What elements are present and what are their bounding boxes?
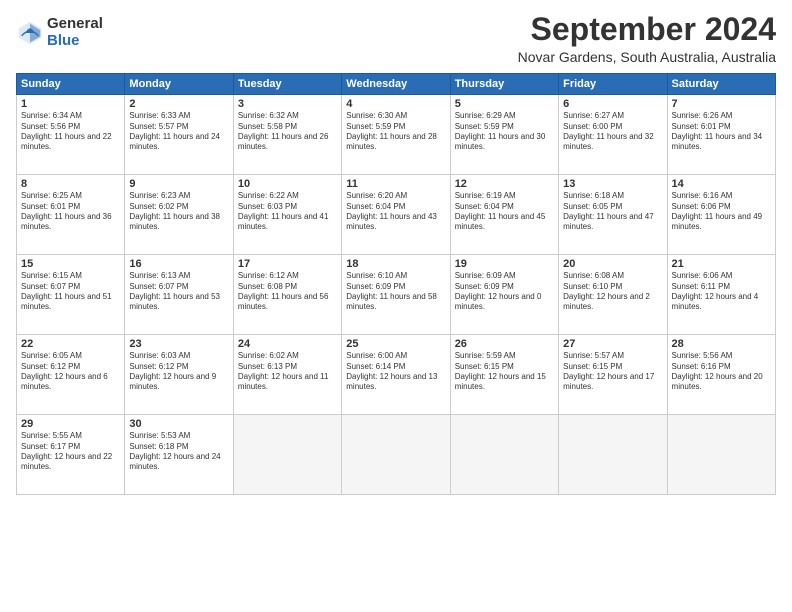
- empty-cell-2: [342, 415, 450, 495]
- day-16: 16 Sunrise: 6:13 AM Sunset: 6:07 PM Dayl…: [125, 255, 233, 335]
- week-row-1: 1 Sunrise: 6:34 AM Sunset: 5:56 PM Dayli…: [17, 95, 776, 175]
- logo-blue-text: Blue: [47, 33, 103, 50]
- day-info-7: Sunrise: 6:26 AM Sunset: 6:01 PM Dayligh…: [672, 111, 771, 153]
- day-7: 7 Sunrise: 6:26 AM Sunset: 6:01 PM Dayli…: [667, 95, 775, 175]
- header-thursday: Thursday: [450, 74, 558, 95]
- day-number-3: 3: [238, 98, 337, 110]
- day-number-4: 4: [346, 98, 445, 110]
- day-8: 8 Sunrise: 6:25 AM Sunset: 6:01 PM Dayli…: [17, 175, 125, 255]
- day-number-5: 5: [455, 98, 554, 110]
- daylight-7: Daylight: 11 hours and 34 minutes.: [672, 132, 763, 151]
- sunset-4: Sunset: 5:59 PM: [346, 122, 405, 131]
- day-21: 21 Sunrise: 6:06 AM Sunset: 6:11 PM Dayl…: [667, 255, 775, 335]
- day-number-8: 8: [21, 178, 120, 190]
- sunrise-4: Sunrise: 6:30 AM: [346, 111, 407, 120]
- sunset-1: Sunset: 5:56 PM: [21, 122, 80, 131]
- calendar-table: Sunday Monday Tuesday Wednesday Thursday…: [16, 73, 776, 495]
- daylight-6: Daylight: 11 hours and 32 minutes.: [563, 132, 654, 151]
- day-17: 17 Sunrise: 6:12 AM Sunset: 6:08 PM Dayl…: [233, 255, 341, 335]
- header-monday: Monday: [125, 74, 233, 95]
- day-24: 24 Sunrise: 6:02 AM Sunset: 6:13 PM Dayl…: [233, 335, 341, 415]
- calendar-page: General Blue September 2024 Novar Garden…: [0, 0, 792, 612]
- day-number-2: 2: [129, 98, 228, 110]
- day-3: 3 Sunrise: 6:32 AM Sunset: 5:58 PM Dayli…: [233, 95, 341, 175]
- day-18: 18 Sunrise: 6:10 AM Sunset: 6:09 PM Dayl…: [342, 255, 450, 335]
- day-info-5: Sunrise: 6:29 AM Sunset: 5:59 PM Dayligh…: [455, 111, 554, 153]
- day-28: 28 Sunrise: 5:56 AM Sunset: 6:16 PM Dayl…: [667, 335, 775, 415]
- day-22: 22 Sunrise: 6:05 AM Sunset: 6:12 PM Dayl…: [17, 335, 125, 415]
- sunset-6: Sunset: 6:00 PM: [563, 122, 622, 131]
- day-23: 23 Sunrise: 6:03 AM Sunset: 6:12 PM Dayl…: [125, 335, 233, 415]
- sunrise-6: Sunrise: 6:27 AM: [563, 111, 624, 120]
- day-15: 15 Sunrise: 6:15 AM Sunset: 6:07 PM Dayl…: [17, 255, 125, 335]
- day-6: 6 Sunrise: 6:27 AM Sunset: 6:00 PM Dayli…: [559, 95, 667, 175]
- day-2: 2 Sunrise: 6:33 AM Sunset: 5:57 PM Dayli…: [125, 95, 233, 175]
- sunrise-2: Sunrise: 6:33 AM: [129, 111, 190, 120]
- month-title: September 2024: [518, 12, 776, 47]
- day-info-2: Sunrise: 6:33 AM Sunset: 5:57 PM Dayligh…: [129, 111, 228, 153]
- header-wednesday: Wednesday: [342, 74, 450, 95]
- week-row-4: 22 Sunrise: 6:05 AM Sunset: 6:12 PM Dayl…: [17, 335, 776, 415]
- day-26: 26 Sunrise: 5:59 AM Sunset: 6:15 PM Dayl…: [450, 335, 558, 415]
- empty-cell-5: [667, 415, 775, 495]
- day-14: 14 Sunrise: 6:16 AM Sunset: 6:06 PM Dayl…: [667, 175, 775, 255]
- day-number-1: 1: [21, 98, 120, 110]
- sunrise-7: Sunrise: 6:26 AM: [672, 111, 733, 120]
- day-number-7: 7: [672, 98, 771, 110]
- day-29: 29 Sunrise: 5:55 AM Sunset: 6:17 PM Dayl…: [17, 415, 125, 495]
- title-block: September 2024 Novar Gardens, South Aust…: [518, 12, 776, 65]
- logo: General Blue: [16, 16, 103, 49]
- day-info-4: Sunrise: 6:30 AM Sunset: 5:59 PM Dayligh…: [346, 111, 445, 153]
- week-row-2: 8 Sunrise: 6:25 AM Sunset: 6:01 PM Dayli…: [17, 175, 776, 255]
- location-subtitle: Novar Gardens, South Australia, Australi…: [518, 49, 776, 65]
- sunrise-3: Sunrise: 6:32 AM: [238, 111, 299, 120]
- empty-cell-3: [450, 415, 558, 495]
- day-10: 10 Sunrise: 6:22 AM Sunset: 6:03 PM Dayl…: [233, 175, 341, 255]
- day-25: 25 Sunrise: 6:00 AM Sunset: 6:14 PM Dayl…: [342, 335, 450, 415]
- header-friday: Friday: [559, 74, 667, 95]
- week-row-5: 29 Sunrise: 5:55 AM Sunset: 6:17 PM Dayl…: [17, 415, 776, 495]
- day-9: 9 Sunrise: 6:23 AM Sunset: 6:02 PM Dayli…: [125, 175, 233, 255]
- logo-text: General Blue: [47, 16, 103, 49]
- daylight-3: Daylight: 11 hours and 26 minutes.: [238, 132, 329, 151]
- logo-general-text: General: [47, 16, 103, 33]
- header: General Blue September 2024 Novar Garden…: [16, 12, 776, 65]
- sunrise-5: Sunrise: 6:29 AM: [455, 111, 516, 120]
- sunrise-1: Sunrise: 6:34 AM: [21, 111, 82, 120]
- day-30: 30 Sunrise: 5:53 AM Sunset: 6:18 PM Dayl…: [125, 415, 233, 495]
- day-number-6: 6: [563, 98, 662, 110]
- weekday-header-row: Sunday Monday Tuesday Wednesday Thursday…: [17, 74, 776, 95]
- day-1: 1 Sunrise: 6:34 AM Sunset: 5:56 PM Dayli…: [17, 95, 125, 175]
- sunset-2: Sunset: 5:57 PM: [129, 122, 188, 131]
- day-info-1: Sunrise: 6:34 AM Sunset: 5:56 PM Dayligh…: [21, 111, 120, 153]
- header-sunday: Sunday: [17, 74, 125, 95]
- daylight-2: Daylight: 11 hours and 24 minutes.: [129, 132, 220, 151]
- sunset-3: Sunset: 5:58 PM: [238, 122, 297, 131]
- day-27: 27 Sunrise: 5:57 AM Sunset: 6:15 PM Dayl…: [559, 335, 667, 415]
- day-20: 20 Sunrise: 6:08 AM Sunset: 6:10 PM Dayl…: [559, 255, 667, 335]
- day-info-3: Sunrise: 6:32 AM Sunset: 5:58 PM Dayligh…: [238, 111, 337, 153]
- day-19: 19 Sunrise: 6:09 AM Sunset: 6:09 PM Dayl…: [450, 255, 558, 335]
- header-tuesday: Tuesday: [233, 74, 341, 95]
- empty-cell-1: [233, 415, 341, 495]
- day-info-6: Sunrise: 6:27 AM Sunset: 6:00 PM Dayligh…: [563, 111, 662, 153]
- day-13: 13 Sunrise: 6:18 AM Sunset: 6:05 PM Dayl…: [559, 175, 667, 255]
- sunset-7: Sunset: 6:01 PM: [672, 122, 731, 131]
- daylight-1: Daylight: 11 hours and 22 minutes.: [21, 132, 112, 151]
- header-saturday: Saturday: [667, 74, 775, 95]
- sunset-5: Sunset: 5:59 PM: [455, 122, 514, 131]
- empty-cell-4: [559, 415, 667, 495]
- day-4: 4 Sunrise: 6:30 AM Sunset: 5:59 PM Dayli…: [342, 95, 450, 175]
- daylight-5: Daylight: 11 hours and 30 minutes.: [455, 132, 546, 151]
- week-row-3: 15 Sunrise: 6:15 AM Sunset: 6:07 PM Dayl…: [17, 255, 776, 335]
- day-11: 11 Sunrise: 6:20 AM Sunset: 6:04 PM Dayl…: [342, 175, 450, 255]
- logo-icon: [16, 19, 44, 47]
- day-12: 12 Sunrise: 6:19 AM Sunset: 6:04 PM Dayl…: [450, 175, 558, 255]
- day-5: 5 Sunrise: 6:29 AM Sunset: 5:59 PM Dayli…: [450, 95, 558, 175]
- daylight-4: Daylight: 11 hours and 28 minutes.: [346, 132, 437, 151]
